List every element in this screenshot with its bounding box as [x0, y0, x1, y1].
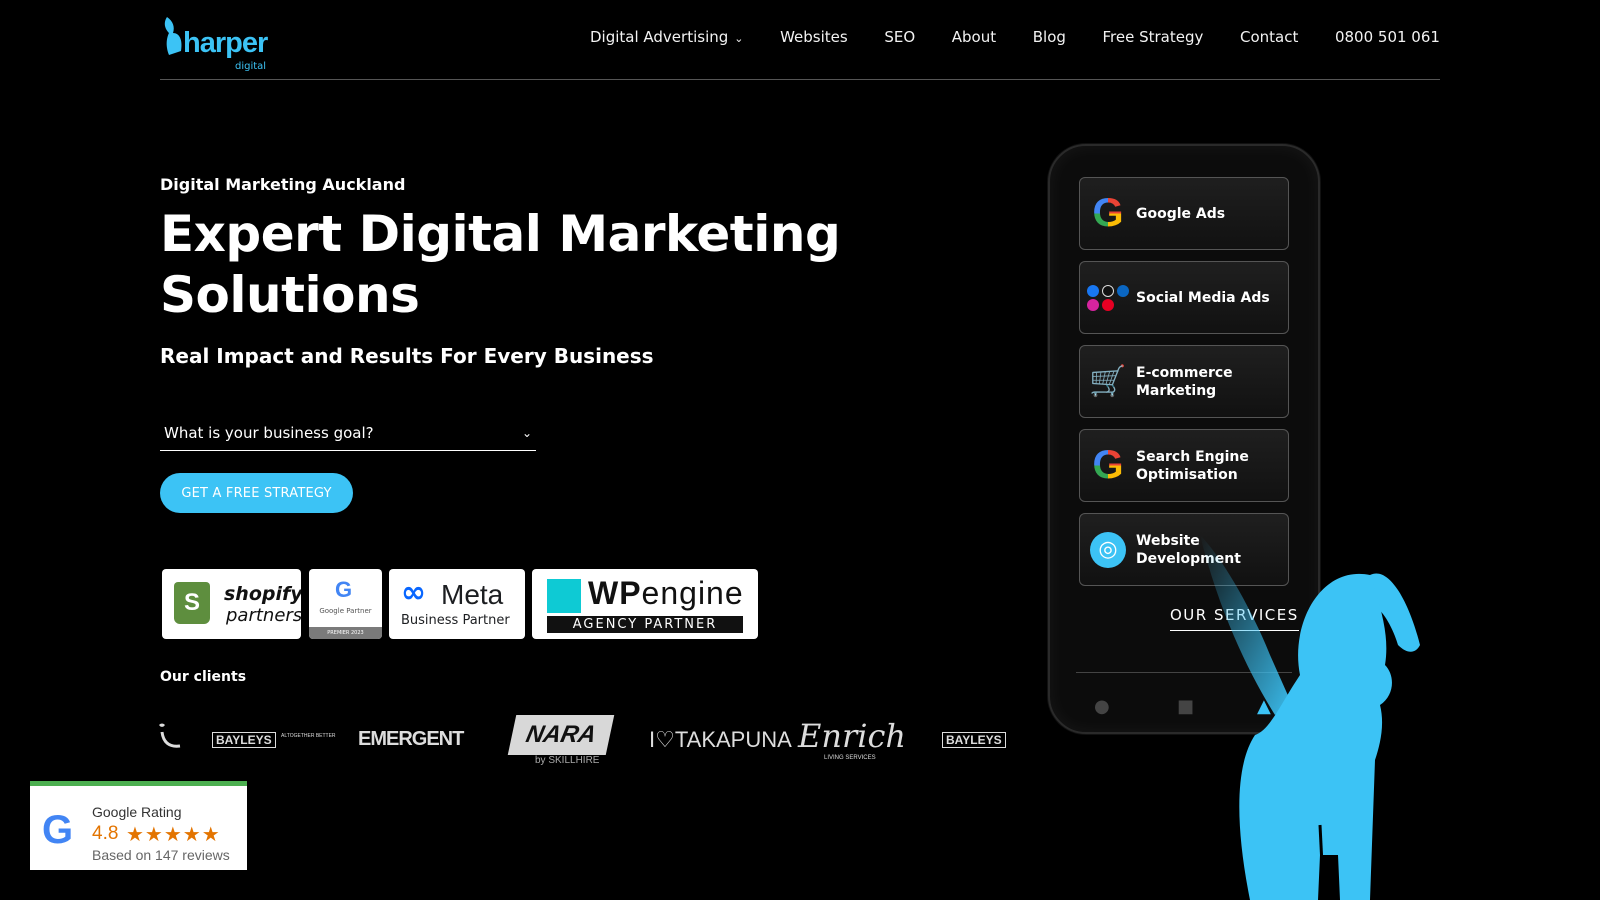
google-g-icon: G	[1092, 443, 1124, 487]
google-g-icon: G	[42, 808, 74, 852]
shopping-cart-icon: 🛒	[1089, 364, 1127, 399]
meta-infinity-icon: ∞	[401, 575, 426, 610]
rating-score: 4.8	[92, 823, 119, 844]
wpengine-badge-sub: AGENCY PARTNER	[547, 616, 743, 633]
rating-title: Google Rating	[92, 804, 182, 820]
client-logo-bayleys-tagline: ALTOGETHER BETTER	[281, 733, 336, 739]
user-icon[interactable]: ●	[1094, 696, 1110, 717]
shopify-badge-sub: partners	[226, 605, 301, 626]
facebook-icon	[1086, 284, 1099, 297]
meta-badge-title: Meta	[441, 579, 504, 610]
shopify-badge-title: shopify	[224, 583, 301, 605]
service-label: E-commerce Marketing	[1136, 364, 1233, 399]
chevron-down-icon: ⌄	[521, 425, 532, 440]
hero-kicker: Digital Marketing Auckland	[160, 175, 406, 194]
google-badge-title: Google Partner	[319, 607, 372, 615]
nav-item-digital-advertising[interactable]: Digital Advertising ⌄	[590, 28, 744, 46]
free-strategy-button[interactable]: GET A FREE STRATEGY	[160, 473, 353, 513]
rating-review-count: Based on 147 reviews	[92, 847, 230, 863]
instagram-icon	[1086, 298, 1099, 311]
globe-icon: ◎	[1090, 531, 1126, 568]
client-logo-enrich-sub: LIVING SERVICES	[824, 755, 876, 761]
wpengine-agency-partner-badge: WPengine AGENCY PARTNER	[532, 569, 758, 639]
social-media-icons	[1086, 284, 1130, 311]
wpengine-badge-title: WPengine	[588, 575, 744, 611]
header-divider	[160, 79, 1440, 80]
rabbit-mascot-illustration	[1200, 535, 1420, 900]
client-logo-bayleys: BAYLEYS	[212, 732, 276, 748]
nav-item-about[interactable]: About	[952, 28, 996, 46]
main-nav: Digital Advertising ⌄ Websites SEO About …	[590, 28, 1440, 46]
hero-subtitle: Real Impact and Results For Every Busine…	[160, 344, 654, 368]
business-goal-select-value: What is your business goal?	[164, 423, 374, 442]
client-logo-bayleys-2: BAYLEYS	[942, 732, 1006, 748]
client-logo-partial-icon	[158, 723, 181, 748]
google-rating-widget[interactable]: G Google Rating 4.8 ★★★★★ Based on 147 r…	[30, 781, 247, 870]
nav-item-blog[interactable]: Blog	[1033, 28, 1066, 46]
clients-heading: Our clients	[160, 669, 247, 685]
service-seo[interactable]: G Search Engine Optimisation	[1079, 429, 1289, 502]
service-social-media-ads[interactable]: Social Media Ads	[1079, 261, 1289, 334]
client-logo-skillhire: by SKILLHIRE	[535, 755, 600, 766]
service-label: Search Engine Optimisation	[1136, 448, 1249, 483]
nav-item-free-strategy[interactable]: Free Strategy	[1103, 28, 1204, 46]
client-logo-nara: NARA	[507, 715, 615, 755]
service-label: Social Media Ads	[1136, 289, 1270, 306]
google-g-icon: G	[335, 577, 353, 602]
logo-subtext: digital	[235, 61, 267, 72]
logo-wordmark: harper	[183, 27, 268, 59]
nav-item-phone[interactable]: 0800 501 061	[1335, 28, 1440, 46]
google-partner-badge: G Google Partner PREMIER 2023	[309, 569, 382, 639]
service-google-ads[interactable]: G Google Ads	[1079, 177, 1289, 250]
nav-item-seo[interactable]: SEO	[884, 28, 915, 46]
meta-badge-sub: Business Partner	[401, 613, 510, 628]
client-logo-emergent: EMERGENT	[358, 728, 464, 750]
service-label: Google Ads	[1136, 205, 1226, 222]
business-goal-select[interactable]: What is your business goal? ⌄	[160, 415, 536, 451]
wpengine-grid-icon	[547, 579, 581, 613]
meta-business-partner-badge: ∞ Meta Business Partner	[389, 569, 525, 639]
client-logo-enrich: Enrich	[798, 717, 907, 755]
shopify-bag-icon	[174, 582, 210, 624]
nav-item-contact[interactable]: Contact	[1240, 28, 1298, 46]
nav-item-websites[interactable]: Websites	[780, 28, 848, 46]
client-logo-takapuna: I♡TAKAPUNA	[649, 727, 792, 752]
hero-title: Expert Digital Marketing Solutions	[160, 205, 841, 324]
tiktok-icon	[1101, 284, 1114, 297]
shopify-partners-badge: shopify partners	[162, 569, 301, 639]
chevron-down-icon: ⌄	[734, 32, 744, 45]
service-ecommerce-marketing[interactable]: 🛒 E-commerce Marketing	[1079, 345, 1289, 418]
harper-logo[interactable]: harper digital	[163, 15, 273, 72]
google-badge-premier: PREMIER 2023	[309, 627, 382, 639]
rating-stars-icon: ★★★★★	[126, 824, 221, 846]
google-g-icon: G	[1092, 191, 1124, 235]
pinterest-icon	[1101, 298, 1114, 311]
linkedin-icon	[1116, 284, 1129, 297]
